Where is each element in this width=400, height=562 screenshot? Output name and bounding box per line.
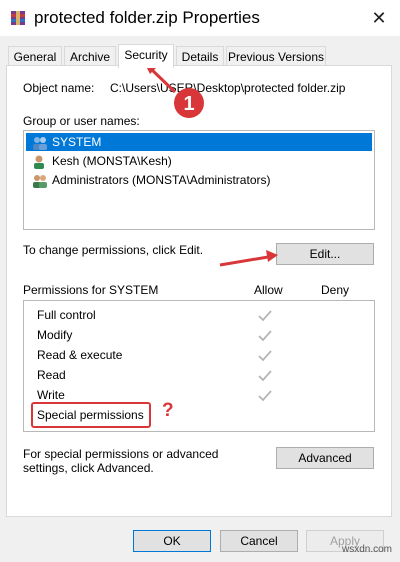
change-permissions-text: To change permissions, click Edit. (23, 243, 204, 257)
advanced-button[interactable]: Advanced (276, 447, 374, 469)
list-item-system[interactable]: SYSTEM (26, 133, 372, 151)
permission-row-label: Read (37, 368, 66, 382)
edit-button[interactable]: Edit... (276, 243, 374, 265)
permissions-header: Permissions for SYSTEM (23, 283, 159, 297)
close-button[interactable]: ✕ (364, 4, 394, 32)
group-icon (33, 174, 47, 188)
window-title: protected folder.zip Properties (34, 8, 260, 27)
allow-check-icon (258, 350, 272, 362)
title-bar: protected folder.zip Properties ✕ (0, 0, 400, 36)
allow-header: Allow (254, 283, 283, 297)
permission-row-label: Read & execute (37, 348, 123, 362)
special-permissions-highlight (31, 402, 151, 428)
advanced-settings-text: For special permissions or advanced sett… (23, 447, 219, 475)
object-name-value: C:\Users\USER\Desktop\protected folder.z… (110, 81, 346, 95)
allow-check-icon (258, 390, 272, 402)
tab-strip: General Archive Security Details Previou… (6, 44, 396, 68)
group-icon (33, 136, 47, 150)
allow-check-icon (258, 310, 272, 322)
permission-row-label: Full control (37, 308, 96, 322)
group-user-list[interactable]: SYSTEM Kesh (MONSTA\Kesh) Administrators… (23, 130, 375, 230)
tab-archive[interactable]: Archive (64, 46, 116, 66)
close-icon: ✕ (371, 8, 387, 28)
list-item-label: Kesh (MONSTA\Kesh) (52, 154, 172, 168)
deny-header: Deny (321, 283, 350, 297)
winrar-archive-icon (11, 11, 25, 25)
question-mark-annotation: ? (162, 400, 174, 421)
watermark: wsxdn.com (342, 544, 393, 555)
ok-button[interactable]: OK (133, 530, 211, 552)
step-number: 1 (183, 93, 195, 115)
tab-previous-versions[interactable]: Previous Versions (226, 46, 326, 66)
tab-security[interactable]: Security (118, 44, 174, 68)
cancel-button[interactable]: Cancel (220, 530, 298, 552)
groups-label: Group or user names: (23, 114, 140, 128)
list-item-administrators[interactable]: Administrators (MONSTA\Administrators) (26, 171, 372, 189)
list-item-kesh[interactable]: Kesh (MONSTA\Kesh) (26, 152, 372, 170)
tab-general[interactable]: General (8, 46, 62, 66)
object-name-label: Object name: (23, 81, 95, 95)
permission-row-label: Modify (37, 328, 73, 342)
allow-check-icon (258, 370, 272, 382)
allow-check-icon (258, 330, 272, 342)
user-icon (34, 155, 44, 169)
tab-details[interactable]: Details (176, 46, 224, 66)
list-item-label: SYSTEM (52, 135, 102, 149)
list-item-label: Administrators (MONSTA\Administrators) (52, 173, 271, 187)
